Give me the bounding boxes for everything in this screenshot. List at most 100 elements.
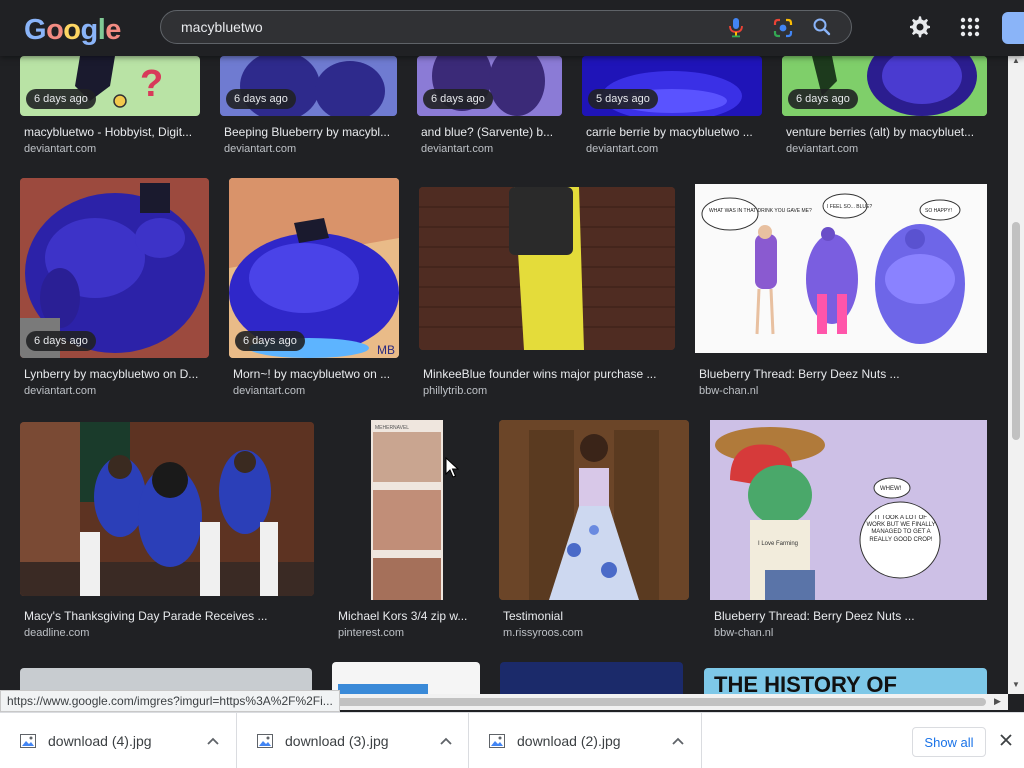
result-card[interactable]: THE HISTORY OF — [704, 668, 987, 694]
status-bar-url: https://www.google.com/imgres?imgurl=htt… — [0, 690, 340, 712]
result-source[interactable]: deviantart.com — [233, 385, 305, 397]
result-source[interactable]: deviantart.com — [786, 143, 858, 155]
logo-letter: e — [105, 14, 121, 46]
result-title[interactable]: carrie berrie by macybluetwo ... — [586, 125, 762, 139]
vertical-scroll-thumb[interactable] — [1012, 222, 1020, 440]
thumbnail-art — [338, 684, 428, 694]
result-card[interactable]: Macy's Thanksgiving Day Parade Receives … — [20, 422, 314, 640]
browser-page: Google macybluetwo ? 6 days ago macyblue… — [0, 0, 1024, 768]
profile-button[interactable] — [1002, 12, 1024, 44]
result-card[interactable]: MEHERNAVEL Michael Kors 3/4 zip w... pin… — [334, 420, 479, 640]
google-logo[interactable]: Google — [24, 14, 121, 47]
result-thumbnail[interactable] — [20, 422, 314, 596]
thumbnail-art — [20, 422, 314, 596]
vertical-scrollbar[interactable]: ▲ ▼ — [1008, 56, 1024, 694]
result-card[interactable]: 6 days ago Lynberry by macybluetwo on D.… — [20, 178, 209, 398]
result-source[interactable]: deviantart.com — [224, 143, 296, 155]
show-all-button[interactable]: Show all — [912, 727, 986, 757]
result-source[interactable]: deviantart.com — [24, 385, 96, 397]
pin-brand-text: MEHERNAVEL — [375, 425, 409, 431]
google-lens-icon[interactable] — [772, 17, 794, 39]
logo-letter: G — [24, 14, 47, 46]
horizontal-scroll-thumb[interactable] — [336, 698, 986, 706]
result-title[interactable]: Michael Kors 3/4 zip w... — [338, 609, 478, 623]
result-card[interactable] — [500, 662, 683, 694]
result-title[interactable]: macybluetwo - Hobbyist, Digit... — [24, 125, 200, 139]
result-card[interactable]: Testimonial m.rissyroos.com — [499, 420, 689, 640]
scroll-down-arrow-icon[interactable]: ▼ — [1012, 680, 1020, 689]
result-source[interactable]: deviantart.com — [421, 143, 493, 155]
thumbnail-art — [499, 420, 689, 600]
search-icon[interactable] — [812, 17, 832, 37]
age-badge: 6 days ago — [26, 331, 96, 351]
result-thumbnail[interactable] — [499, 420, 689, 600]
scroll-right-arrow-icon[interactable]: ▶ — [994, 696, 1001, 707]
result-card[interactable]: MinkeeBlue founder wins major purchase .… — [419, 187, 675, 398]
scroll-up-arrow-icon[interactable]: ▲ — [1012, 56, 1020, 65]
result-source[interactable]: deviantart.com — [24, 143, 96, 155]
result-title[interactable]: Macy's Thanksgiving Day Parade Receives … — [24, 609, 314, 623]
image-file-icon — [20, 734, 36, 748]
bubble-text: I FEEL SO... BLUE? — [827, 204, 872, 210]
result-title[interactable]: Testimonial — [503, 609, 689, 623]
image-results-grid: ? 6 days ago macybluetwo - Hobbyist, Dig… — [0, 56, 1008, 694]
gear-icon[interactable] — [908, 15, 932, 39]
image-file-icon — [489, 734, 505, 748]
result-thumbnail[interactable] — [500, 662, 683, 694]
thumbnail-art: MEHERNAVEL — [371, 420, 443, 600]
svg-text:?: ? — [140, 63, 163, 105]
download-filename: download (4).jpg — [48, 733, 152, 749]
result-thumbnail[interactable]: THE HISTORY OF — [704, 668, 987, 694]
result-title[interactable]: Blueberry Thread: Berry Deez Nuts ... — [699, 367, 985, 381]
image-file-icon — [257, 734, 273, 748]
result-title[interactable]: Beeping Blueberry by macybl... — [224, 125, 396, 139]
result-source[interactable]: bbw-chan.nl — [714, 627, 773, 639]
result-card[interactable]: 6 days ago Beeping Blueberry by macybl..… — [220, 56, 397, 156]
result-title[interactable]: and blue? (Sarvente) b... — [421, 125, 562, 139]
result-thumbnail[interactable]: I Love Farming WHEW! IT TOOK A LOT OF WO… — [710, 420, 987, 600]
logo-letter: o — [63, 14, 81, 46]
result-source[interactable]: m.rissyroos.com — [503, 627, 583, 639]
result-card[interactable]: MB 6 days ago Morn~! by macybluetwo on .… — [229, 178, 399, 398]
result-card[interactable]: I Love Farming WHEW! IT TOOK A LOT OF WO… — [710, 420, 987, 640]
result-card[interactable]: 6 days ago venture berries (alt) by macy… — [782, 56, 987, 156]
result-title[interactable]: Lynberry by macybluetwo on D... — [24, 367, 209, 381]
result-source[interactable]: bbw-chan.nl — [699, 385, 758, 397]
download-item[interactable]: download (2).jpg — [469, 713, 702, 768]
logo-letter: l — [97, 14, 106, 46]
result-thumbnail[interactable]: MEHERNAVEL — [371, 420, 443, 600]
result-thumbnail[interactable] — [332, 662, 480, 694]
search-box[interactable] — [160, 10, 852, 44]
result-title[interactable]: Blueberry Thread: Berry Deez Nuts ... — [714, 609, 984, 623]
result-title[interactable]: Morn~! by macybluetwo on ... — [233, 367, 399, 381]
result-card[interactable]: WHAT WAS IN THAT DRINK YOU GAVE ME? I FE… — [695, 184, 987, 398]
result-source[interactable]: deviantart.com — [586, 143, 658, 155]
signature-text: MB — [377, 343, 395, 357]
bubble-text: WHEW! — [880, 486, 902, 492]
result-card[interactable] — [332, 662, 480, 694]
close-icon[interactable] — [998, 732, 1014, 748]
result-card[interactable]: 5 days ago carrie berrie by macybluetwo … — [582, 56, 762, 156]
result-source[interactable]: deadline.com — [24, 627, 89, 639]
chevron-up-icon[interactable] — [206, 734, 220, 748]
result-source[interactable]: phillytrib.com — [423, 385, 487, 397]
result-source[interactable]: pinterest.com — [338, 627, 404, 639]
age-badge: 6 days ago — [226, 89, 296, 109]
chevron-up-icon[interactable] — [439, 734, 453, 748]
download-item[interactable]: download (3).jpg — [237, 713, 469, 768]
microphone-icon[interactable] — [728, 17, 744, 39]
search-input[interactable] — [181, 17, 701, 37]
result-thumbnail[interactable]: WHAT WAS IN THAT DRINK YOU GAVE ME? I FE… — [695, 184, 987, 353]
download-item[interactable]: download (4).jpg — [0, 713, 237, 768]
mouse-cursor-icon — [445, 457, 459, 478]
thumbnail-art — [419, 187, 675, 350]
result-title[interactable]: MinkeeBlue founder wins major purchase .… — [423, 367, 673, 381]
bubble-text: IT TOOK A LOT OF WORK BUT WE FINALLY MAN… — [866, 515, 936, 543]
age-badge: 6 days ago — [423, 89, 493, 109]
result-thumbnail[interactable] — [419, 187, 675, 350]
chevron-up-icon[interactable] — [671, 734, 685, 748]
result-card[interactable]: 6 days ago and blue? (Sarvente) b... dev… — [417, 56, 562, 156]
result-card[interactable]: ? 6 days ago macybluetwo - Hobbyist, Dig… — [20, 56, 200, 156]
apps-grid-icon[interactable] — [960, 17, 980, 37]
result-title[interactable]: venture berries (alt) by macybluet... — [786, 125, 986, 139]
